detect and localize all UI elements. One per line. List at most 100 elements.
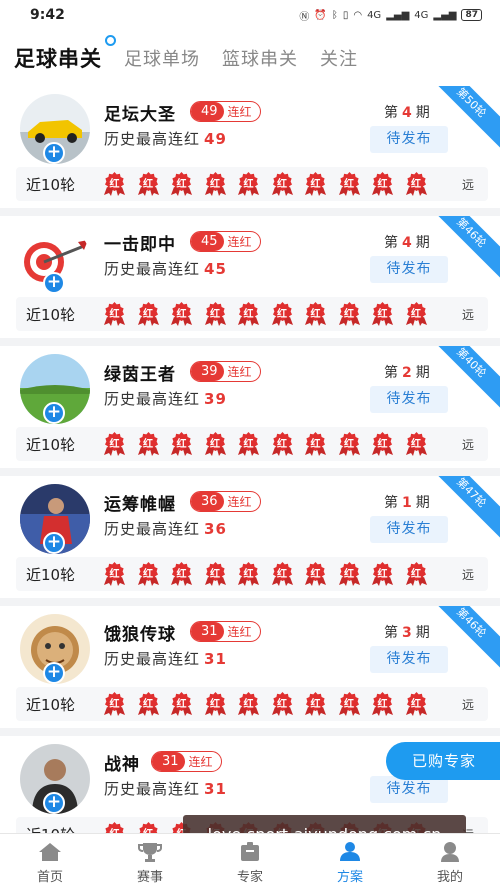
recent-badges: 红红红红红红红红红红	[102, 302, 429, 326]
purchased-experts-button[interactable]: 已购专家	[386, 742, 500, 780]
red-result-label: 红	[277, 569, 287, 580]
streak-count: 39	[191, 362, 224, 381]
pending-button[interactable]: 待发布	[370, 776, 448, 803]
red-result-badge: 红	[303, 302, 328, 326]
pending-button[interactable]: 待发布	[370, 126, 448, 153]
red-result-label: 红	[143, 569, 153, 580]
red-result-label: 红	[109, 179, 120, 190]
pending-button[interactable]: 待发布	[370, 256, 448, 283]
trophy-icon	[136, 840, 164, 864]
red-result-badge: 红	[303, 562, 328, 586]
expert-card[interactable]: + 运筹帷幄 36 连红 历史最高连红 36 第 1 期待发布 第47轮 近10轮红红红红红红红红红…	[0, 476, 500, 598]
red-result-label: 红	[143, 309, 153, 320]
issue-prefix: 第	[384, 105, 400, 121]
red-result-label: 红	[102, 825, 127, 833]
follow-plus-icon[interactable]: +	[43, 272, 65, 294]
status-time: 9:42	[30, 7, 65, 23]
streak-label: 连红	[227, 495, 252, 509]
red-result-badge: 红	[102, 822, 127, 833]
signal-b-icon: ▂▄▆	[433, 9, 457, 21]
follow-plus-icon[interactable]: +	[43, 402, 65, 424]
red-result-badge: 红	[136, 822, 161, 833]
best-streak-value: 36	[204, 520, 227, 538]
top-tabs: 足球串关 足球单场 篮球串关 关注	[0, 30, 500, 86]
red-result-label: 红	[377, 439, 388, 450]
nav-plans[interactable]: 方案	[300, 834, 400, 889]
red-result-label: 红	[377, 309, 388, 320]
tab-football-parlay[interactable]: 足球串关	[14, 35, 116, 73]
pending-button[interactable]: 待发布	[370, 646, 448, 673]
streak-count: 31	[191, 622, 224, 641]
follow-plus-icon[interactable]: +	[43, 142, 65, 164]
nav-experts[interactable]: 专家	[200, 834, 300, 889]
best-streak-label: 历史最高连红	[104, 520, 201, 538]
red-result-label: 红	[210, 569, 220, 580]
expert-card[interactable]: + 饿狼传球 31 连红 历史最高连红 31 第 3 期待发布 第46轮 近10轮红红红红红红红红红…	[0, 606, 500, 728]
red-result-badge: 红	[236, 692, 261, 716]
issue-info: 第4期	[384, 232, 432, 252]
red-result-badge: 红	[203, 302, 228, 326]
battery-icon: 87	[461, 9, 482, 21]
best-streak-row: 历史最高连红 49	[104, 128, 227, 149]
issue-info: 第1期	[384, 492, 432, 512]
far-label: 远	[461, 697, 474, 712]
nav-events[interactable]: 赛事	[100, 834, 200, 889]
issue-suffix: 期	[415, 625, 432, 641]
signal-a-icon: ▂▄▆	[386, 9, 410, 21]
recent-results-row: 近10轮 红 红 红 红 红 红 红 红 红 红 远	[16, 297, 488, 331]
issue-suffix: 期	[415, 105, 432, 121]
red-result-label: 红	[310, 569, 321, 580]
follow-plus-icon[interactable]: +	[43, 662, 65, 684]
tab-label: 足球串关	[14, 47, 102, 71]
follow-plus-icon[interactable]: +	[43, 792, 65, 814]
red-result-badge: 红	[270, 432, 295, 456]
expert-card[interactable]: + 一击即中 45 连红 历史最高连红 45 第 4 期待发布 第46轮 近10轮红红红红红红红红红…	[0, 216, 500, 338]
red-result-label: 红	[344, 439, 354, 450]
red-result-badge: 红	[236, 432, 261, 456]
red-result-label: 红	[176, 309, 187, 320]
red-result-label: 红	[277, 439, 287, 450]
red-result-badge: 红	[102, 172, 127, 196]
home-icon	[36, 840, 64, 864]
tab-basketball-parlay[interactable]: 篮球串关	[222, 45, 298, 71]
issue-number: 4	[402, 105, 414, 121]
red-result-badge: 红	[136, 432, 161, 456]
nav-profile[interactable]: 我的	[400, 834, 500, 889]
active-dot-icon	[105, 35, 116, 46]
issue-prefix: 第	[384, 495, 400, 511]
expert-name: 运筹帷幄	[104, 495, 176, 515]
red-result-badge: 红	[203, 432, 228, 456]
red-result-badge: 红	[203, 172, 228, 196]
tab-football-single[interactable]: 足球单场	[124, 45, 200, 71]
red-result-label: 红	[344, 699, 354, 710]
status-icons: Ⓝ ⏰ ᛒ ▯ ◠ 4G ▂▄▆ 4G ▂▄▆ 87	[299, 8, 482, 23]
red-result-badge: 红	[169, 562, 194, 586]
tab-follow[interactable]: 关注	[320, 45, 358, 71]
red-result-label: 红	[277, 699, 287, 710]
red-result-label: 红	[377, 699, 388, 710]
streak-badge: 36 连红	[190, 491, 261, 512]
red-result-label: 红	[377, 179, 388, 190]
red-result-badge: 红	[102, 302, 127, 326]
best-streak-row: 历史最高连红 31	[104, 648, 227, 669]
red-result-badge: 红	[102, 562, 127, 586]
pending-button[interactable]: 待发布	[370, 516, 448, 543]
red-result-label: 红	[344, 179, 354, 190]
red-result-label: 红	[176, 699, 187, 710]
issue-number: 1	[402, 495, 414, 511]
red-result-badge: 红	[236, 172, 261, 196]
recent-label: 近10轮	[26, 565, 76, 584]
issue-prefix: 第	[384, 235, 400, 251]
pending-button[interactable]: 待发布	[370, 386, 448, 413]
red-result-badge: 红	[102, 432, 127, 456]
issue-info: 第4期	[384, 102, 432, 122]
red-result-badge: 红	[270, 302, 295, 326]
expert-card[interactable]: + 足坛大圣 49 连红 历史最高连红 49 第 4 期待发布 第50轮 近10轮红红红红红红红红红…	[0, 86, 500, 208]
signal-b-label: 4G	[414, 9, 429, 21]
issue-number: 2	[402, 365, 414, 381]
red-result-badge: 红	[203, 562, 228, 586]
nav-home[interactable]: 首页	[0, 834, 100, 889]
streak-badge: 31 连红	[190, 621, 261, 642]
follow-plus-icon[interactable]: +	[43, 532, 65, 554]
expert-card[interactable]: + 绿茵王者 39 连红 历史最高连红 39 第 2 期待发布 第40轮 近10轮红红红红红红红红红…	[0, 346, 500, 468]
